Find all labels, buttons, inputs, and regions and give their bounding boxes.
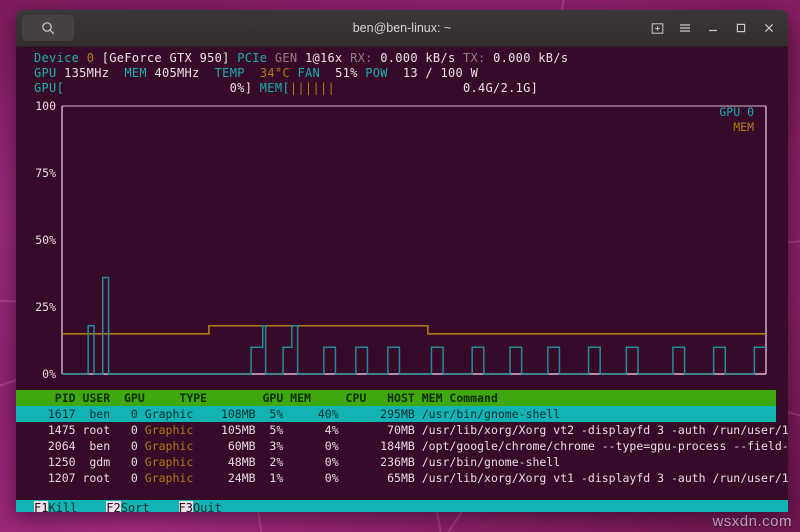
table-row[interactable]: 1617 ben 0 Graphic 108MB 5% 40% 295MB /u… <box>16 406 776 422</box>
mem-clock-value: 405MHz <box>154 66 200 80</box>
row-type: Graphic <box>144 407 201 421</box>
gen-label: GEN <box>274 51 298 65</box>
row-type: Graphic <box>144 471 201 485</box>
row-type: Graphic <box>144 455 201 469</box>
y-tick-label: 25% <box>35 300 56 314</box>
gpu-stats-line: GPU 135MHz MEM 405MHz TEMP 34°C FAN 51% … <box>16 66 788 81</box>
fan-value: 51% <box>335 66 358 80</box>
menu-button[interactable] <box>672 15 698 41</box>
gpu-bar-label: GPU[ <box>34 81 65 95</box>
close-button[interactable] <box>756 15 782 41</box>
legend-entry: MEM <box>733 120 754 134</box>
y-tick-label: 100 <box>35 99 56 113</box>
gpu-clock-value: 135MHz <box>64 66 110 80</box>
table-row[interactable]: 1475 root 0 Graphic 105MB 5% 4% 70MB /us… <box>16 422 788 438</box>
table-row[interactable]: 2064 ben 0 Graphic 60MB 3% 0% 184MB /opt… <box>16 438 788 454</box>
row-pid-user-gpu: 1617 ben 0 <box>34 407 145 421</box>
mem-series-line <box>62 324 766 335</box>
minimize-button[interactable] <box>700 15 726 41</box>
row-pid-user-gpu: 1250 gdm 0 <box>34 455 145 469</box>
table-header-row: PID USER GPU TYPE GPU MEM CPU HOST MEM C… <box>16 390 776 406</box>
row-pid-user-gpu: 1207 root 0 <box>34 471 145 485</box>
row-metrics-command: 24MB 1% 0% 65MB /usr/lib/xorg/Xorg vt1 -… <box>200 471 788 485</box>
gpu-bar-percent: 0%] <box>229 81 253 95</box>
chart-legend: GPU 0MEM <box>719 105 754 134</box>
device-label: Device <box>34 51 80 65</box>
row-type: Graphic <box>144 423 201 437</box>
function-key-bar: F1Kill F2Sort F3Quit <box>16 500 788 512</box>
gen-value: 1@16x <box>304 51 343 65</box>
rx-label: RX: <box>350 51 373 65</box>
rx-value: 0.000 kB/s <box>380 51 456 65</box>
row-metrics-command: 105MB 5% 4% 70MB /usr/lib/xorg/Xorg vt2 … <box>200 423 788 437</box>
gpu-usage-chart: 100 75% 50% 25% 0% GPU 0 MEM <box>16 98 788 388</box>
mem-bar-fill: |||||| <box>289 81 336 95</box>
maximize-button[interactable] <box>728 15 754 41</box>
minimize-icon <box>709 29 717 32</box>
row-metrics-command: 60MB 3% 0% 184MB /opt/google/chrome/chro… <box>200 439 788 453</box>
y-tick-label: 0% <box>42 367 56 381</box>
temp-label: TEMP <box>214 66 245 80</box>
gpu-clock-label: GPU <box>34 66 57 80</box>
row-pid-user-gpu: 2064 ben 0 <box>34 439 145 453</box>
y-axis-ticks: 100 75% 50% 25% 0% <box>35 99 56 381</box>
title-bar: ben@ben-linux: ~ <box>16 10 788 47</box>
gpu-mem-bars-line: GPU[ 0%] MEM[|||||| 0.4G/2.1G] <box>16 81 788 96</box>
pow-value: 13 / 100 W <box>402 66 479 80</box>
function-key-label-f1[interactable]: Kill <box>48 501 106 512</box>
row-pid-user-gpu: 1475 root 0 <box>34 423 145 437</box>
tx-value: 0.000 kB/s <box>493 51 569 65</box>
process-table: PID USER GPU TYPE GPU MEM CPU HOST MEM C… <box>16 390 788 486</box>
terminal-window: ben@ben-linux: ~ Device 0 [GeForce GTX 9… <box>16 10 788 512</box>
function-key-f1[interactable]: F1 <box>34 501 49 512</box>
table-row[interactable]: 1250 gdm 0 Graphic 48MB 2% 0% 236MB /usr… <box>16 454 788 470</box>
gpu-device-line: Device 0 [GeForce GTX 950] PCIe GEN 1@16… <box>16 51 788 66</box>
window-controls <box>644 15 788 41</box>
row-metrics-command: 108MB 5% 40% 295MB /usr/bin/gnome-shell <box>200 407 561 421</box>
hamburger-icon <box>680 24 690 32</box>
mem-bar-label: MEM[ <box>259 81 290 95</box>
function-key-f2[interactable]: F2 <box>106 501 121 512</box>
function-key-label-f2[interactable]: Sort <box>121 501 179 512</box>
search-button[interactable] <box>22 15 74 41</box>
function-key-f3[interactable]: F3 <box>178 501 193 512</box>
legend-entry: GPU 0 <box>719 105 754 119</box>
new-tab-button[interactable] <box>644 15 670 41</box>
pcie-label: PCIe <box>237 51 268 65</box>
row-type: Graphic <box>144 439 201 453</box>
device-name: [GeForce GTX 950] <box>101 51 230 65</box>
close-icon <box>764 23 774 33</box>
temp-value: 34°C <box>259 66 290 80</box>
new-tab-icon <box>651 22 663 34</box>
fan-label: FAN <box>297 66 321 80</box>
maximize-icon <box>736 23 746 33</box>
table-row[interactable]: 1207 root 0 Graphic 24MB 1% 0% 65MB /usr… <box>16 470 788 486</box>
function-key-label-f3[interactable]: Quit <box>193 501 251 512</box>
row-metrics-command: 48MB 2% 0% 236MB /usr/bin/gnome-shell <box>200 455 561 469</box>
mem-clock-label: MEM <box>124 66 147 80</box>
y-tick-label: 50% <box>35 233 56 247</box>
y-tick-label: 75% <box>35 166 56 180</box>
terminal-body[interactable]: Device 0 [GeForce GTX 950] PCIe GEN 1@16… <box>16 47 788 512</box>
function-keys[interactable]: F1Kill F2Sort F3Quit <box>16 500 251 512</box>
mem-bar-value: 0.4G/2.1G] <box>462 81 539 95</box>
watermark: wsxdn.com <box>712 513 792 530</box>
pow-label: POW <box>365 66 388 80</box>
search-icon <box>42 22 54 34</box>
chart-svg: 100 75% 50% 25% 0% GPU 0MEM <box>35 99 767 381</box>
tx-label: TX: <box>463 51 486 65</box>
process-rows: 1617 ben 0 Graphic 108MB 5% 40% 295MB /u… <box>16 406 788 486</box>
